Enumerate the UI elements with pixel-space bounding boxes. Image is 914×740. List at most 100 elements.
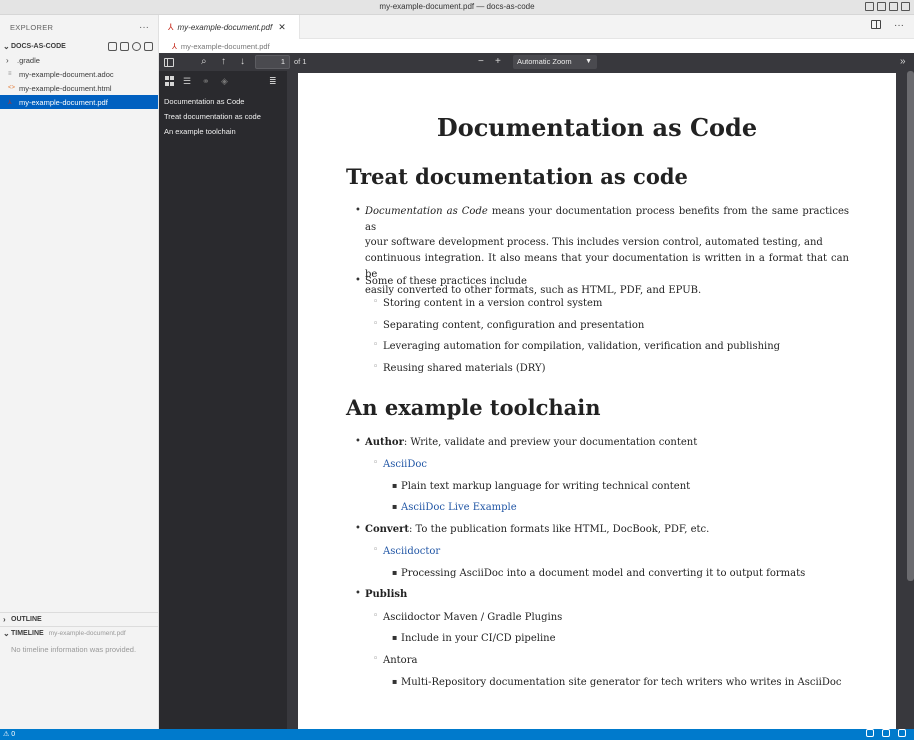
practices-intro: Some of these practices include xyxy=(365,276,527,287)
author-label: Author xyxy=(365,437,404,448)
zoom-in-icon[interactable]: + xyxy=(495,56,501,68)
zoom-value: Automatic Zoom xyxy=(517,57,572,66)
timeline-label: TIMELINE xyxy=(11,630,44,637)
attachments-icon[interactable]: ⚭ xyxy=(202,76,210,87)
toggle-panel-icon[interactable] xyxy=(877,2,886,11)
close-icon[interactable]: ✕ xyxy=(278,22,286,33)
sidebar-toggle-icon[interactable] xyxy=(164,58,174,67)
tree-item-label: my-example-document.adoc xyxy=(19,69,114,79)
pdf-page: Documentation as Code Treat documentatio… xyxy=(298,73,896,729)
previous-page-icon[interactable]: ↑ xyxy=(221,56,226,68)
bullet-marker xyxy=(392,567,397,578)
tab-pdf[interactable]: ⅄ my-example-document.pdf ✕ xyxy=(159,15,300,39)
section-heading: An example toolchain xyxy=(346,395,601,420)
publish-label: Publish xyxy=(365,589,408,600)
toggle-sidebar-icon[interactable] xyxy=(865,2,874,11)
problems-count[interactable]: ⚠ 0 xyxy=(3,730,15,738)
status-bar: ⚠ 0 xyxy=(0,729,914,740)
outline-item[interactable]: An example toolchain xyxy=(164,126,261,141)
practice-item: Separating content, configuration and pr… xyxy=(383,320,645,331)
pdf-viewer: Documentation as Code Treat documentatio… xyxy=(287,71,914,729)
author-text: : Write, validate and preview your docum… xyxy=(403,437,698,448)
toggle-secondary-sidebar-icon[interactable] xyxy=(889,2,898,11)
bullet-marker xyxy=(373,457,378,468)
convert-label: Convert xyxy=(365,524,409,535)
outline-label: OUTLINE xyxy=(11,616,42,623)
author-item: Author: Write, validate and preview your… xyxy=(365,435,697,451)
tree-item-adoc[interactable]: ≡ my-example-document.adoc xyxy=(0,67,158,81)
bullet-marker xyxy=(355,205,361,216)
pdf-file-icon: ⅄ xyxy=(172,41,177,51)
feedback-icon[interactable] xyxy=(882,729,890,737)
pdf-scrollbar[interactable] xyxy=(907,71,914,581)
outline-section[interactable]: › OUTLINE xyxy=(0,612,158,626)
timeline-section[interactable]: ⌄ TIMELINE my-example-document.pdf xyxy=(0,626,158,640)
layers-icon[interactable]: ◈ xyxy=(221,76,228,87)
project-section[interactable]: ⌄ DOCS-AS-CODE xyxy=(0,39,158,53)
collapse-all-icon[interactable] xyxy=(144,41,153,51)
chevron-right-icon: › xyxy=(3,615,6,624)
plugins-item: Asciidoctor Maven / Gradle Plugins xyxy=(383,612,563,623)
tree-item-gradle[interactable]: › .gradle xyxy=(0,53,158,67)
tree-item-label: .gradle xyxy=(17,55,40,65)
more-actions-icon[interactable]: ··· xyxy=(894,20,904,31)
split-editor-icon[interactable] xyxy=(871,20,881,29)
bullet-marker xyxy=(392,501,397,512)
pdf-toolbar: ⌕ ↑ ↓ 1 of 1 − + Automatic Zoom ▼ » xyxy=(159,53,914,71)
explorer-title: EXPLORER xyxy=(10,22,54,32)
practice-item: Reusing shared materials (DRY) xyxy=(383,363,546,374)
pdf-sidebar-tools: ☰ ⚭ ◈ ≣ xyxy=(159,74,287,92)
pdf-file-icon: ⅄ xyxy=(168,21,174,32)
explorer-header: EXPLORER ··· xyxy=(0,15,158,39)
outline-item[interactable]: Documentation as Code xyxy=(164,96,261,111)
zoom-select[interactable]: Automatic Zoom ▼ xyxy=(513,55,597,69)
new-folder-icon[interactable] xyxy=(120,41,129,51)
antora-description: Multi-Repository documentation site gene… xyxy=(401,677,842,688)
chevron-down-icon: ⌄ xyxy=(3,41,10,51)
bullet-marker xyxy=(392,676,397,687)
bell-icon[interactable] xyxy=(898,729,906,737)
editor-actions: ··· xyxy=(871,20,904,31)
new-file-icon[interactable] xyxy=(108,41,117,51)
bullet-marker xyxy=(355,523,361,534)
asciidoctor-description: Processing AsciiDoc into a document mode… xyxy=(401,568,806,579)
html-file-icon: <> xyxy=(8,85,16,91)
bullet-marker xyxy=(355,275,361,286)
asciidoc-live-link[interactable]: AsciiDoc Live Example xyxy=(401,500,517,516)
asciidoc-description: Plain text markup language for writing t… xyxy=(401,481,691,492)
more-actions-icon[interactable]: ··· xyxy=(139,22,149,33)
page-number-input[interactable]: 1 xyxy=(255,55,290,69)
outline-view-icon[interactable]: ☰ xyxy=(183,76,191,87)
copilot-icon[interactable] xyxy=(866,729,874,737)
refresh-icon[interactable] xyxy=(132,41,141,51)
bullet-marker xyxy=(373,318,378,329)
chevron-down-icon: ⌄ xyxy=(3,629,10,638)
next-page-icon[interactable]: ↓ xyxy=(240,56,245,68)
asciidoctor-link[interactable]: Asciidoctor xyxy=(383,544,440,560)
customize-layout-icon[interactable] xyxy=(901,2,910,11)
timeline-message: No timeline information was provided. xyxy=(11,645,137,654)
breadcrumb-file[interactable]: my-example-document.pdf xyxy=(181,42,270,51)
bullet-marker xyxy=(355,588,361,599)
bullet-marker xyxy=(373,339,378,350)
problems-count-value: 0 xyxy=(11,731,16,738)
thumbnails-icon[interactable] xyxy=(165,76,175,86)
page-total: of 1 xyxy=(294,57,307,66)
tools-menu-icon[interactable]: » xyxy=(900,56,906,68)
bullet-marker xyxy=(392,632,397,643)
chevron-right-icon: › xyxy=(6,55,9,65)
title-bar: my-example-document.pdf — docs-as-code xyxy=(0,0,914,15)
search-icon[interactable]: ⌕ xyxy=(201,56,207,68)
tree-item-html[interactable]: <> my-example-document.html xyxy=(0,81,158,95)
asciidoc-link[interactable]: AsciiDoc xyxy=(383,457,427,473)
tree-item-pdf[interactable]: ⅄ my-example-document.pdf xyxy=(0,95,158,109)
zoom-out-icon[interactable]: − xyxy=(478,56,484,68)
expand-outline-icon[interactable]: ≣ xyxy=(269,76,277,87)
project-name: DOCS-AS-CODE xyxy=(11,42,66,50)
outline-item[interactable]: Treat documentation as code xyxy=(164,111,261,126)
tree-item-label: my-example-document.html xyxy=(19,83,112,93)
bullet-marker xyxy=(392,480,397,491)
chevron-down-icon: ▼ xyxy=(585,58,592,65)
pdf-outline: Documentation as Code Treat documentatio… xyxy=(164,96,261,141)
tree-item-label: my-example-document.pdf xyxy=(19,97,108,107)
